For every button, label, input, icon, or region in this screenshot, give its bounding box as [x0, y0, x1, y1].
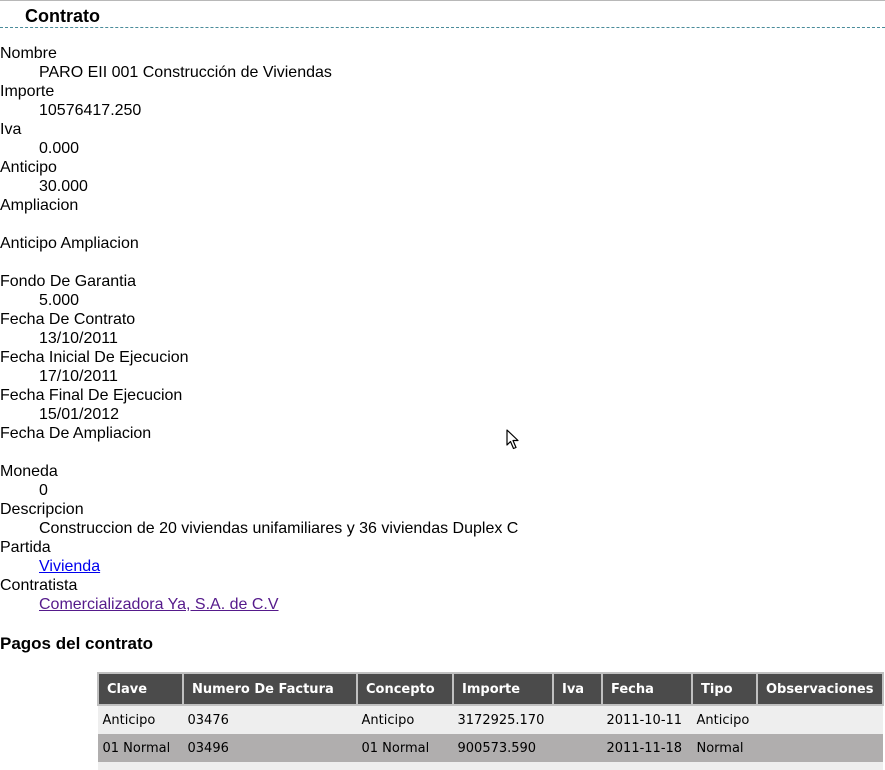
top-border — [0, 0, 885, 1]
column-header-tipo: Tipo — [691, 672, 758, 706]
field-value-iva: 0.000 — [39, 140, 80, 157]
field-label-fecha-inicial: Fecha Inicial De Ejecucion — [0, 349, 189, 366]
field-label-fecha-final: Fecha Final De Ejecucion — [0, 387, 183, 404]
cell-concepto: Anticipo — [357, 705, 453, 734]
field-value-fecha-inicial: 17/10/2011 — [39, 368, 118, 385]
field-value-nombre: PARO EII 001 Construcción de Viviendas — [39, 64, 332, 81]
contract-details: Nombre PARO EII 001 Construcción de Vivi… — [0, 44, 885, 614]
cell-numero-de-factura: 03496 — [183, 734, 357, 762]
field-value-moneda: 0 — [39, 482, 48, 499]
contratista-link[interactable]: Comercializadora Ya, S.A. de C.V — [39, 596, 279, 613]
field-label-nombre: Nombre — [0, 45, 57, 62]
column-header-observaciones: Observaciones — [756, 672, 884, 706]
field-label-descripcion: Descripcion — [0, 501, 84, 518]
partida-link[interactable]: Vivienda — [39, 558, 100, 575]
column-header-importe: Importe — [452, 672, 554, 706]
cell-importe: 3172925.170 — [453, 705, 553, 734]
field-value-fecha-de-contrato: 13/10/2011 — [39, 330, 118, 347]
field-value-descripcion: Construccion de 20 viviendas unifamiliar… — [39, 520, 519, 537]
field-value-anticipo: 30.000 — [39, 178, 88, 195]
field-label-anticipo-ampliacion: Anticipo Ampliacion — [0, 235, 139, 252]
field-value-fecha-de-ampliacion — [0, 443, 885, 462]
cell-fecha: 2011-10-11 — [602, 705, 692, 734]
payments-table: Clave Numero De Factura Concepto Importe… — [97, 672, 884, 770]
field-label-importe: Importe — [0, 83, 55, 100]
table-row: Anticipo 03476 Anticipo 3172925.170 2011… — [98, 705, 883, 734]
column-header-fecha: Fecha — [601, 672, 693, 706]
cell-fecha: 2011-11-18 — [602, 734, 692, 762]
field-value-anticipo-ampliacion — [0, 253, 885, 272]
field-label-fecha-de-ampliacion: Fecha De Ampliacion — [0, 425, 152, 442]
cell-numero-de-factura: 03476 — [183, 705, 357, 734]
field-value-contratista: Comercializadora Ya, S.A. de C.V — [0, 595, 885, 614]
field-value-partida: Vivienda — [0, 557, 885, 576]
cell-tipo: Anticipo — [692, 705, 757, 734]
page-title: Contrato — [25, 6, 100, 26]
cell-observaciones — [757, 705, 883, 734]
field-value-importe: 10576417.250 — [39, 102, 142, 119]
title-divider — [0, 27, 885, 28]
field-label-moneda: Moneda — [0, 463, 58, 480]
partial-row-cell — [98, 762, 883, 770]
field-label-fecha-de-contrato: Fecha De Contrato — [0, 311, 136, 328]
field-label-fondo-de-garantia: Fondo De Garantia — [0, 273, 137, 290]
column-header-iva: Iva — [552, 672, 603, 706]
field-label-partida: Partida — [0, 539, 51, 556]
cell-clave: 01 Normal — [98, 734, 183, 762]
field-value-fecha-final: 15/01/2012 — [39, 406, 120, 423]
field-label-contratista: Contratista — [0, 577, 78, 594]
table-header-row: Clave Numero De Factura Concepto Importe… — [97, 672, 884, 706]
cell-iva — [553, 734, 602, 762]
cell-iva — [553, 705, 602, 734]
column-header-clave: Clave — [97, 672, 184, 706]
field-label-iva: Iva — [0, 121, 22, 138]
cell-importe: 900573.590 — [453, 734, 553, 762]
table-row-partial — [98, 762, 883, 770]
field-value-ampliacion — [0, 215, 885, 234]
cell-tipo: Normal — [692, 734, 757, 762]
column-header-concepto: Concepto — [356, 672, 454, 706]
cell-observaciones — [757, 734, 883, 762]
field-label-anticipo: Anticipo — [0, 159, 57, 176]
field-label-ampliacion: Ampliacion — [0, 197, 79, 214]
table-row: 01 Normal 03496 01 Normal 900573.590 201… — [98, 734, 883, 762]
column-header-numero-de-factura: Numero De Factura — [182, 672, 358, 706]
payments-section-title: Pagos del contrato — [0, 634, 154, 653]
field-value-fondo-de-garantia: 5.000 — [39, 292, 80, 309]
mouse-pointer-icon — [506, 429, 519, 450]
cell-clave: Anticipo — [98, 705, 183, 734]
cell-concepto: 01 Normal — [357, 734, 453, 762]
